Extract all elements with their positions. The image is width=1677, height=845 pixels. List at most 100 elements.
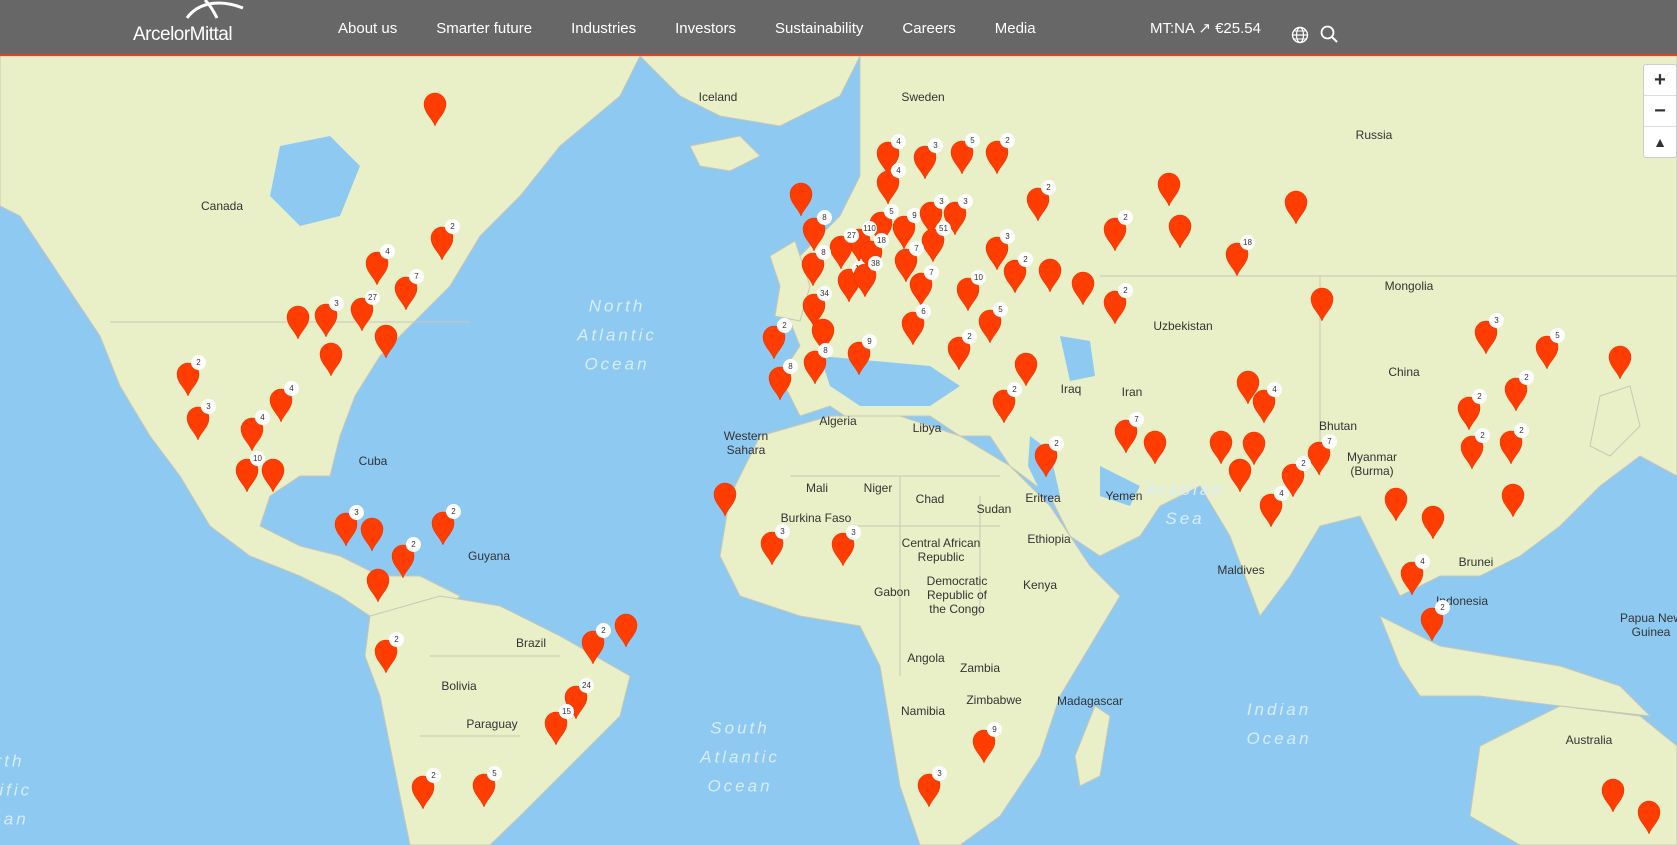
location-pin[interactable]: [1309, 286, 1335, 322]
location-pin[interactable]: 2: [373, 632, 404, 674]
location-pin[interactable]: 3: [830, 525, 861, 567]
location-pin[interactable]: 2: [1456, 389, 1487, 431]
location-pin[interactable]: 2: [175, 355, 206, 397]
location-pin[interactable]: [1420, 504, 1446, 540]
location-pin[interactable]: 2: [1102, 283, 1133, 325]
search-icon[interactable]: [1320, 25, 1338, 43]
location-pin[interactable]: 5: [977, 302, 1008, 344]
location-pin[interactable]: [613, 612, 639, 648]
location-pin[interactable]: 2: [1419, 600, 1450, 642]
location-pin[interactable]: 4: [268, 381, 299, 423]
location-pin[interactable]: 4: [1399, 554, 1430, 596]
location-pin[interactable]: [365, 567, 391, 603]
location-pin[interactable]: 27: [828, 228, 859, 270]
pin-count-badge: 51: [936, 221, 951, 236]
location-pin[interactable]: 2: [1102, 210, 1133, 252]
location-pin[interactable]: 5: [1534, 328, 1565, 370]
location-pin[interactable]: 51: [920, 221, 951, 263]
location-pin[interactable]: 3: [916, 766, 947, 808]
location-pin[interactable]: 3: [333, 505, 364, 547]
location-pin[interactable]: [1600, 777, 1626, 813]
location-pin[interactable]: 2: [410, 768, 441, 810]
location-pin[interactable]: [373, 323, 399, 359]
location-pin[interactable]: 8: [802, 343, 833, 385]
location-pin[interactable]: 5: [471, 766, 502, 808]
location-pin[interactable]: 3: [759, 524, 790, 566]
location-pin[interactable]: 9: [971, 722, 1002, 764]
nav-careers[interactable]: Careers: [902, 20, 955, 37]
map-label: Brazil: [515, 636, 547, 650]
zoom-in-button[interactable]: +: [1644, 65, 1676, 96]
location-pin[interactable]: 18: [1224, 235, 1255, 277]
location-pin[interactable]: [1283, 189, 1309, 225]
arcelormittal-logo[interactable]: ArcelorMittal: [133, 0, 263, 50]
location-pin[interactable]: 4: [875, 163, 906, 205]
location-pin[interactable]: 2: [1033, 436, 1064, 478]
location-pin[interactable]: 2: [1459, 428, 1490, 470]
location-pin[interactable]: 8: [767, 359, 798, 401]
location-pin[interactable]: [318, 341, 344, 377]
nav-about-us[interactable]: About us: [338, 20, 397, 37]
location-pin[interactable]: [1070, 270, 1096, 306]
location-pin[interactable]: [1156, 171, 1182, 207]
location-pin[interactable]: 3: [912, 138, 943, 180]
location-pin[interactable]: 8: [800, 245, 831, 287]
location-pin[interactable]: 2: [1498, 423, 1529, 465]
location-pin[interactable]: [1167, 213, 1193, 249]
location-pin[interactable]: 2: [991, 382, 1022, 424]
location-pin[interactable]: [712, 481, 738, 517]
reset-bearing-button[interactable]: ▲: [1644, 127, 1676, 157]
location-pin[interactable]: 2: [1025, 180, 1056, 222]
location-pin[interactable]: 5: [949, 133, 980, 175]
location-pin[interactable]: 2: [1002, 252, 1033, 294]
location-pin[interactable]: 2: [984, 133, 1015, 175]
map-marker-icon: [360, 517, 384, 552]
location-pin[interactable]: [285, 304, 311, 340]
stock-ticker[interactable]: MT:NA ↗ €25.54: [1150, 19, 1261, 37]
location-pin[interactable]: 6: [900, 304, 931, 346]
location-pin[interactable]: 3: [185, 399, 216, 441]
location-pin[interactable]: [1500, 482, 1526, 518]
location-pin[interactable]: [1227, 457, 1253, 493]
location-pin[interactable]: 4: [239, 410, 270, 452]
nav-media[interactable]: Media: [995, 20, 1036, 37]
location-pin[interactable]: 10: [234, 451, 265, 493]
location-pin[interactable]: [260, 457, 286, 493]
location-pin[interactable]: 2: [430, 504, 461, 546]
world-map[interactable]: Iceland Sweden Russia Canada Mongolia Uzbekis…: [0, 56, 1677, 845]
location-pin[interactable]: [422, 91, 448, 127]
location-pin[interactable]: [359, 516, 385, 552]
nav-industries[interactable]: Industries: [571, 20, 636, 37]
location-pin[interactable]: 2: [946, 329, 977, 371]
location-pin[interactable]: 3: [1473, 313, 1504, 355]
location-pin[interactable]: [1383, 486, 1409, 522]
location-pin[interactable]: 7: [908, 265, 939, 307]
location-pin[interactable]: 7: [1113, 412, 1144, 454]
location-pin[interactable]: [788, 181, 814, 217]
location-pin[interactable]: [1636, 799, 1662, 835]
location-pin[interactable]: 2: [390, 537, 421, 579]
location-pin[interactable]: 4: [1251, 382, 1282, 424]
location-pin[interactable]: 10: [955, 270, 986, 312]
location-pin[interactable]: 4: [1258, 486, 1289, 528]
location-pin[interactable]: 2: [429, 219, 460, 261]
location-pin[interactable]: 15: [543, 704, 574, 746]
nav-investors[interactable]: Investors: [675, 20, 736, 37]
location-pin[interactable]: 7: [393, 269, 424, 311]
nav-smarter-future[interactable]: Smarter future: [436, 20, 532, 37]
zoom-out-button[interactable]: −: [1644, 96, 1676, 127]
location-pin[interactable]: 2: [1503, 370, 1534, 412]
location-pin[interactable]: 9: [846, 334, 877, 376]
location-pin[interactable]: 7: [1306, 434, 1337, 476]
nav-sustainability[interactable]: Sustainability: [775, 20, 863, 37]
location-pin[interactable]: [1142, 429, 1168, 465]
location-pin[interactable]: [1607, 344, 1633, 380]
location-pin[interactable]: [1037, 257, 1063, 293]
location-pin[interactable]: 3: [313, 296, 344, 338]
location-pin[interactable]: 27: [349, 290, 380, 332]
globe-icon[interactable]: [1291, 26, 1309, 44]
location-pin[interactable]: 38: [852, 256, 883, 298]
location-pin[interactable]: 2: [761, 318, 792, 360]
location-pin[interactable]: 2: [580, 623, 611, 665]
location-pin[interactable]: 4: [364, 244, 395, 286]
